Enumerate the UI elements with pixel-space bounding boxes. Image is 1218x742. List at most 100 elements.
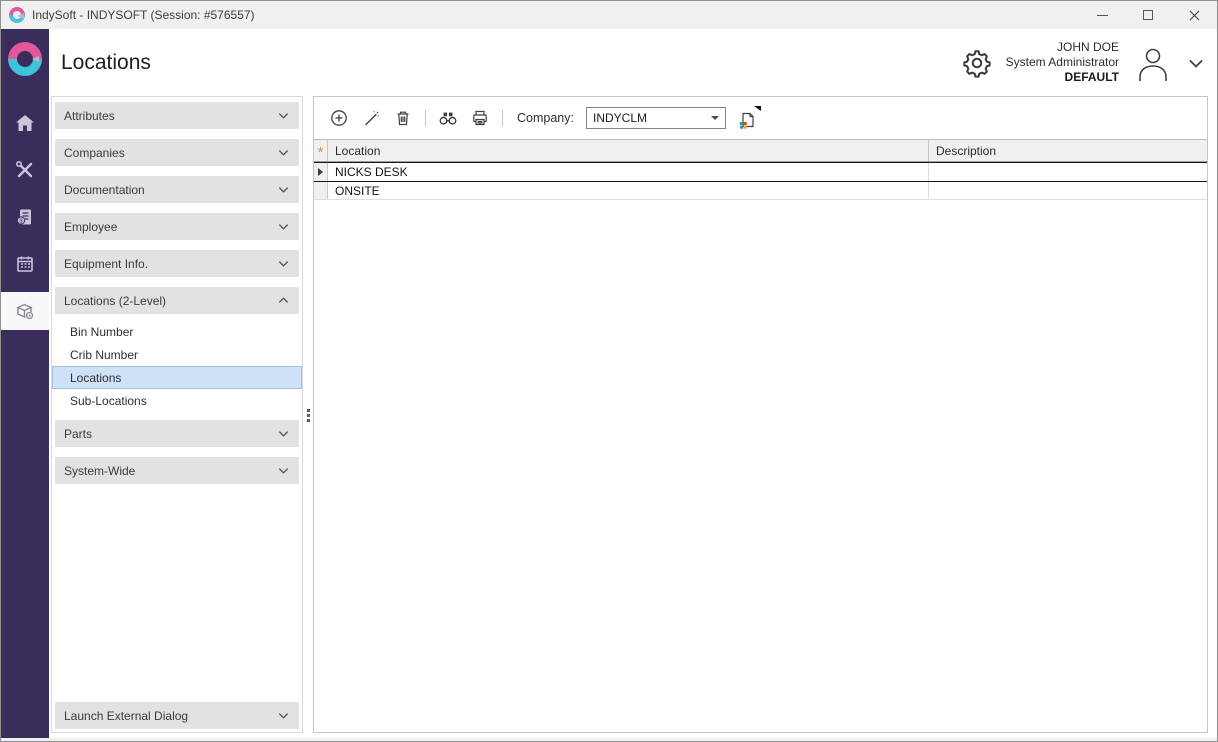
user-role: System Administrator: [1006, 55, 1119, 70]
app-logo-icon: [9, 7, 25, 23]
minimize-icon: [1097, 15, 1108, 16]
sidebar-item-sub-locations[interactable]: Sub-Locations: [52, 389, 302, 412]
toolbar-separator: [425, 110, 426, 126]
cell-location[interactable]: ONSITE: [328, 182, 929, 199]
edit-button[interactable]: [361, 108, 381, 128]
accordion-launch-external-dialog[interactable]: Launch External Dialog: [55, 702, 299, 729]
chevron-down-icon: [277, 109, 290, 122]
rail-item-calendar[interactable]: [1, 245, 49, 283]
chevron-down-icon: [277, 183, 290, 196]
company-dropdown[interactable]: INDYCLM: [586, 107, 726, 129]
accordion-parts[interactable]: Parts: [55, 420, 299, 447]
user-info: JOHN DOE System Administrator DEFAULT: [1006, 40, 1119, 85]
grid-toolbar: Company: INDYCLM: [314, 97, 1207, 139]
maximize-button[interactable]: [1125, 1, 1171, 29]
row-arrow-icon: [318, 168, 323, 176]
company-label: Company:: [517, 111, 574, 125]
chevron-down-icon: [277, 464, 290, 477]
chevron-down-icon: [1187, 54, 1205, 72]
accordion-employee[interactable]: Employee: [55, 213, 299, 240]
user-company: DEFAULT: [1006, 70, 1119, 85]
grid-header-row: * Location Description: [314, 140, 1207, 162]
locations-section-items: Bin Number Crib Number Locations Sub-Loc…: [52, 320, 302, 412]
accordion-label: Locations (2-Level): [64, 294, 166, 308]
accordion-label: Launch External Dialog: [64, 709, 188, 723]
chevron-down-icon: [277, 427, 290, 440]
app-window: IndySoft - INDYSOFT (Session: #576557) $: [0, 0, 1218, 742]
page-header: Locations JOHN DOE System Administrator …: [49, 29, 1217, 96]
svg-text:$: $: [19, 219, 22, 225]
trash-icon: [394, 109, 412, 127]
accordion-equipment-info[interactable]: Equipment Info.: [55, 250, 299, 277]
toolbar-separator: [502, 110, 503, 126]
find-button[interactable]: [438, 108, 458, 128]
accordion-label: Attributes: [64, 109, 115, 123]
dropdown-arrow-icon: [711, 116, 719, 120]
close-button[interactable]: [1171, 1, 1217, 29]
required-star-icon: *: [318, 148, 324, 158]
sidebar-item-bin-number[interactable]: Bin Number: [52, 320, 302, 343]
settings-gear-icon: [961, 47, 993, 79]
rail-item-tools[interactable]: [1, 151, 49, 189]
minimize-button[interactable]: [1079, 1, 1125, 29]
column-header-description[interactable]: Description: [929, 140, 1207, 161]
cell-location[interactable]: NICKS DESK: [328, 163, 929, 181]
accordion-locations-2-level[interactable]: Locations (2-Level): [55, 287, 299, 314]
layout-export-icon: [738, 111, 756, 129]
panel-splitter[interactable]: [303, 96, 313, 733]
chevron-up-icon: [277, 294, 290, 307]
binoculars-icon: [439, 109, 457, 127]
row-indicator: [314, 182, 328, 199]
column-header-location[interactable]: Location: [328, 140, 929, 161]
home-icon: [15, 113, 35, 133]
nav-rail: $: [1, 29, 49, 738]
user-menu-chevron-button[interactable]: [1187, 54, 1205, 72]
tools-icon: [15, 160, 35, 180]
layout-export-button[interactable]: [738, 107, 760, 129]
avatar-icon: [1132, 44, 1174, 82]
calendar-icon: [15, 254, 35, 274]
cell-description[interactable]: [929, 182, 1207, 199]
accordion-label: Employee: [64, 220, 117, 234]
add-button[interactable]: [329, 108, 349, 128]
rail-item-orders[interactable]: $: [1, 198, 49, 236]
accordion-label: Parts: [64, 427, 92, 441]
locations-panel: Company: INDYCLM *: [313, 96, 1208, 733]
settings-button[interactable]: [961, 47, 993, 79]
table-row[interactable]: NICKS DESK: [314, 162, 1207, 182]
accordion-documentation[interactable]: Documentation: [55, 176, 299, 203]
orders-document-icon: $: [15, 207, 35, 227]
rail-item-home[interactable]: [1, 104, 49, 142]
accordion-companies[interactable]: Companies: [55, 139, 299, 166]
add-icon: [330, 109, 348, 127]
sidebar-item-locations[interactable]: Locations: [52, 366, 302, 389]
required-column-header: *: [314, 140, 328, 161]
wand-icon: [362, 109, 380, 127]
chevron-down-icon: [277, 220, 290, 233]
accordion-label: Equipment Info.: [64, 257, 148, 271]
user-name: JOHN DOE: [1006, 40, 1119, 55]
chevron-down-icon: [277, 146, 290, 159]
user-menu-button[interactable]: [1132, 44, 1174, 82]
category-sidebar: Attributes Companies Documentation Emplo…: [51, 96, 303, 733]
splitter-handle-icon: [307, 409, 310, 422]
current-row-indicator: [314, 163, 328, 181]
printer-icon: [471, 109, 489, 127]
window-title: IndySoft - INDYSOFT (Session: #576557): [32, 8, 255, 22]
locations-grid: * Location Description NICKS DESK ONSITE: [314, 139, 1207, 732]
table-row[interactable]: ONSITE: [314, 182, 1207, 200]
company-value: INDYCLM: [593, 111, 647, 125]
rail-item-inventory[interactable]: [1, 292, 49, 330]
accordion-label: Documentation: [64, 183, 145, 197]
cell-description[interactable]: [929, 163, 1207, 181]
close-icon: [1189, 10, 1200, 21]
chevron-down-icon: [277, 709, 290, 722]
accordion-system-wide[interactable]: System-Wide: [55, 457, 299, 484]
accordion-label: System-Wide: [64, 464, 135, 478]
maximize-icon: [1143, 10, 1153, 20]
sidebar-item-crib-number[interactable]: Crib Number: [52, 343, 302, 366]
accordion-attributes[interactable]: Attributes: [55, 102, 299, 129]
print-button[interactable]: [470, 108, 490, 128]
accordion-label: Companies: [64, 146, 125, 160]
delete-button[interactable]: [393, 108, 413, 128]
